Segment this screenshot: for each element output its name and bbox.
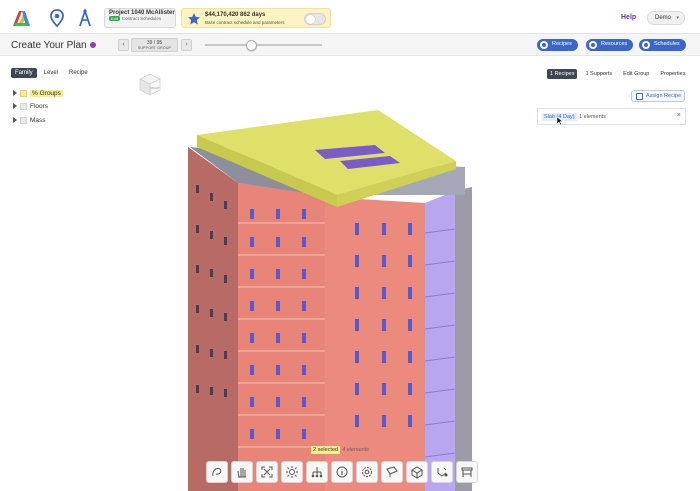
tree-item-floors[interactable]: Floors [13, 101, 48, 111]
tree-checkbox[interactable] [20, 102, 27, 110]
compare-toggle[interactable] [304, 13, 326, 25]
recipes-icon [540, 41, 548, 49]
cost-days-summary: $44,170,420 862 days [205, 12, 266, 18]
selection-status: 2 selected 4 elements [311, 446, 369, 457]
tree-checkbox[interactable] [20, 116, 27, 124]
section-icon[interactable] [381, 461, 403, 483]
recipe-element-count: 1 elements [579, 114, 606, 120]
zoom-extents-icon[interactable] [256, 461, 278, 483]
tab-supports[interactable]: 1 Supports [582, 69, 615, 79]
tab-edit-group[interactable]: Edit Group [620, 69, 652, 79]
close-icon[interactable]: × [677, 112, 681, 119]
schedules-button[interactable]: Schedules [639, 39, 686, 51]
tree-item-mass[interactable]: Mass [13, 115, 46, 125]
view-cube-label: RIGHT [150, 86, 160, 90]
tree-checkbox[interactable] [20, 89, 27, 97]
resources-button-label: Resources [601, 41, 628, 47]
mouse-cursor-icon [556, 116, 564, 126]
recipes-button[interactable]: Recipes [537, 39, 578, 51]
hierarchy-icon[interactable] [306, 461, 328, 483]
schedules-button-label: Schedules [654, 41, 680, 47]
tree-item-groups[interactable]: % Groups [13, 88, 63, 98]
timeline-slider-track[interactable] [205, 44, 322, 46]
assign-icon [636, 93, 643, 100]
info-icon[interactable] [331, 461, 353, 483]
selected-count: 2 selected [311, 446, 341, 454]
tree-item-label: % Groups [30, 89, 63, 97]
caret-right-icon[interactable] [13, 117, 17, 123]
top-bar: Project 1040 McAllister Edit Contract Sc… [0, 0, 700, 34]
tab-level[interactable]: Level [40, 68, 62, 78]
info-icon[interactable] [89, 42, 96, 49]
view-cube-icon[interactable]: RIGHT [136, 70, 164, 98]
assign-recipe-label: Assign Recipe [646, 93, 682, 99]
project-selector[interactable]: Project 1040 McAllister Edit Contract Sc… [104, 8, 176, 28]
explode-icon[interactable] [281, 461, 303, 483]
resources-button[interactable]: Resources [586, 39, 634, 51]
group-stepper: 39 / 95 SUPPORT GROUP [131, 38, 178, 52]
tree-item-label: Mass [30, 116, 46, 124]
edit-badge[interactable]: Edit [109, 16, 120, 21]
crane-icon[interactable] [75, 8, 95, 28]
left-panel-tabs: Family Level Recipe [11, 68, 92, 78]
schedules-icon [642, 41, 650, 49]
building-3d-model[interactable] [180, 105, 480, 491]
box-icon[interactable] [406, 461, 428, 483]
user-name: Demo [655, 15, 672, 21]
assign-recipe-button[interactable]: Assign Recipe [631, 90, 685, 102]
location-pin-icon[interactable] [47, 8, 67, 28]
select-lasso-icon[interactable] [206, 461, 228, 483]
recipes-button-label: Recipes [552, 41, 572, 47]
timeline-slider-handle[interactable] [246, 40, 257, 51]
schedule-summary[interactable]: $44,170,420 862 days Base contract sched… [181, 8, 331, 28]
chevron-down-icon: ▾ [676, 15, 679, 21]
cost-subtitle: Base contract schedule and parameters [205, 20, 285, 25]
help-link[interactable]: Help [621, 14, 636, 21]
previous-group-button[interactable]: ‹ [118, 39, 129, 51]
tab-properties[interactable]: Properties [657, 69, 688, 79]
element-count: 4 elements [342, 447, 369, 453]
page-title-text: Create Your Plan [11, 40, 87, 51]
caret-right-icon[interactable] [13, 90, 17, 96]
user-menu[interactable]: Demo ▾ [647, 11, 685, 25]
tree-item-groups-text: Groups [39, 89, 61, 97]
link-icon[interactable] [431, 461, 453, 483]
next-group-button[interactable]: › [181, 39, 192, 51]
toggle-knob [306, 15, 315, 24]
tab-recipes[interactable]: 1 Recipes [547, 69, 578, 79]
tab-family[interactable]: Family [11, 68, 37, 78]
app-logo[interactable] [10, 7, 32, 29]
page-title: Create Your Plan [11, 40, 96, 51]
group-type-label: SUPPORT GROUP [137, 46, 172, 50]
resources-icon [589, 41, 597, 49]
caret-right-icon[interactable] [13, 103, 17, 109]
viewport-toolbar [206, 461, 485, 487]
stack-icon[interactable] [456, 461, 478, 483]
right-panel-tabs: 1 Recipes 1 Supports Edit Group Properti… [547, 69, 688, 79]
pan-hand-icon[interactable] [231, 461, 253, 483]
star-icon [188, 13, 200, 25]
settings-icon[interactable] [356, 461, 378, 483]
tree-item-label: Floors [30, 102, 49, 110]
project-subtitle: Contract Schedules [121, 16, 162, 21]
tab-recipe[interactable]: Recipe [65, 68, 92, 78]
